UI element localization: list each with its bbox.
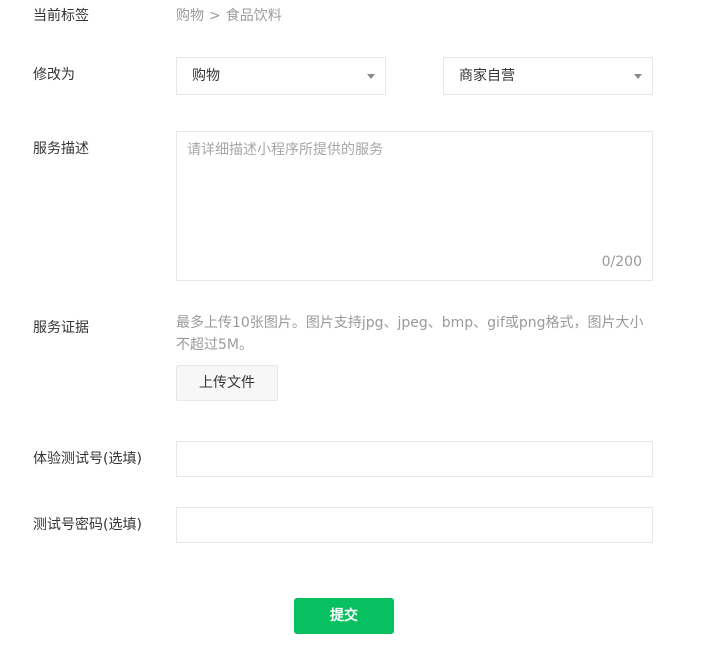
modify-to-label: 修改为	[33, 67, 75, 83]
character-counter: 0/200	[601, 254, 642, 270]
service-description-label: 服务描述	[33, 141, 89, 157]
primary-category-value: 购物	[192, 68, 220, 84]
caret-down-icon	[367, 74, 375, 79]
secondary-category-value: 商家自营	[459, 68, 515, 84]
upload-tip-text: 最多上传10张图片。图片支持jpg、jpeg、bmp、gif或png格式，图片大…	[176, 315, 644, 353]
service-description-textarea[interactable]	[177, 132, 652, 250]
test-password-input[interactable]	[176, 507, 653, 543]
primary-category-select[interactable]: 购物	[176, 57, 386, 95]
caret-down-icon	[634, 74, 642, 79]
service-proof-label: 服务证据	[33, 320, 89, 336]
service-description-box: 0/200	[176, 131, 653, 281]
submit-button[interactable]: 提交	[294, 598, 394, 634]
secondary-category-select[interactable]: 商家自营	[443, 57, 653, 95]
breadcrumb-category: 购物	[176, 8, 204, 24]
breadcrumb-subcategory: 食品饮料	[225, 8, 282, 24]
current-tag-label: 当前标签	[33, 8, 89, 24]
current-tag-breadcrumb: 购物 > 食品饮料	[176, 6, 282, 26]
test-account-label: 体验测试号(选填)	[33, 451, 142, 467]
test-password-label: 测试号密码(选填)	[33, 517, 142, 533]
upload-file-button[interactable]: 上传文件	[176, 365, 278, 401]
breadcrumb-separator: >	[209, 8, 221, 24]
test-account-input[interactable]	[176, 441, 653, 477]
